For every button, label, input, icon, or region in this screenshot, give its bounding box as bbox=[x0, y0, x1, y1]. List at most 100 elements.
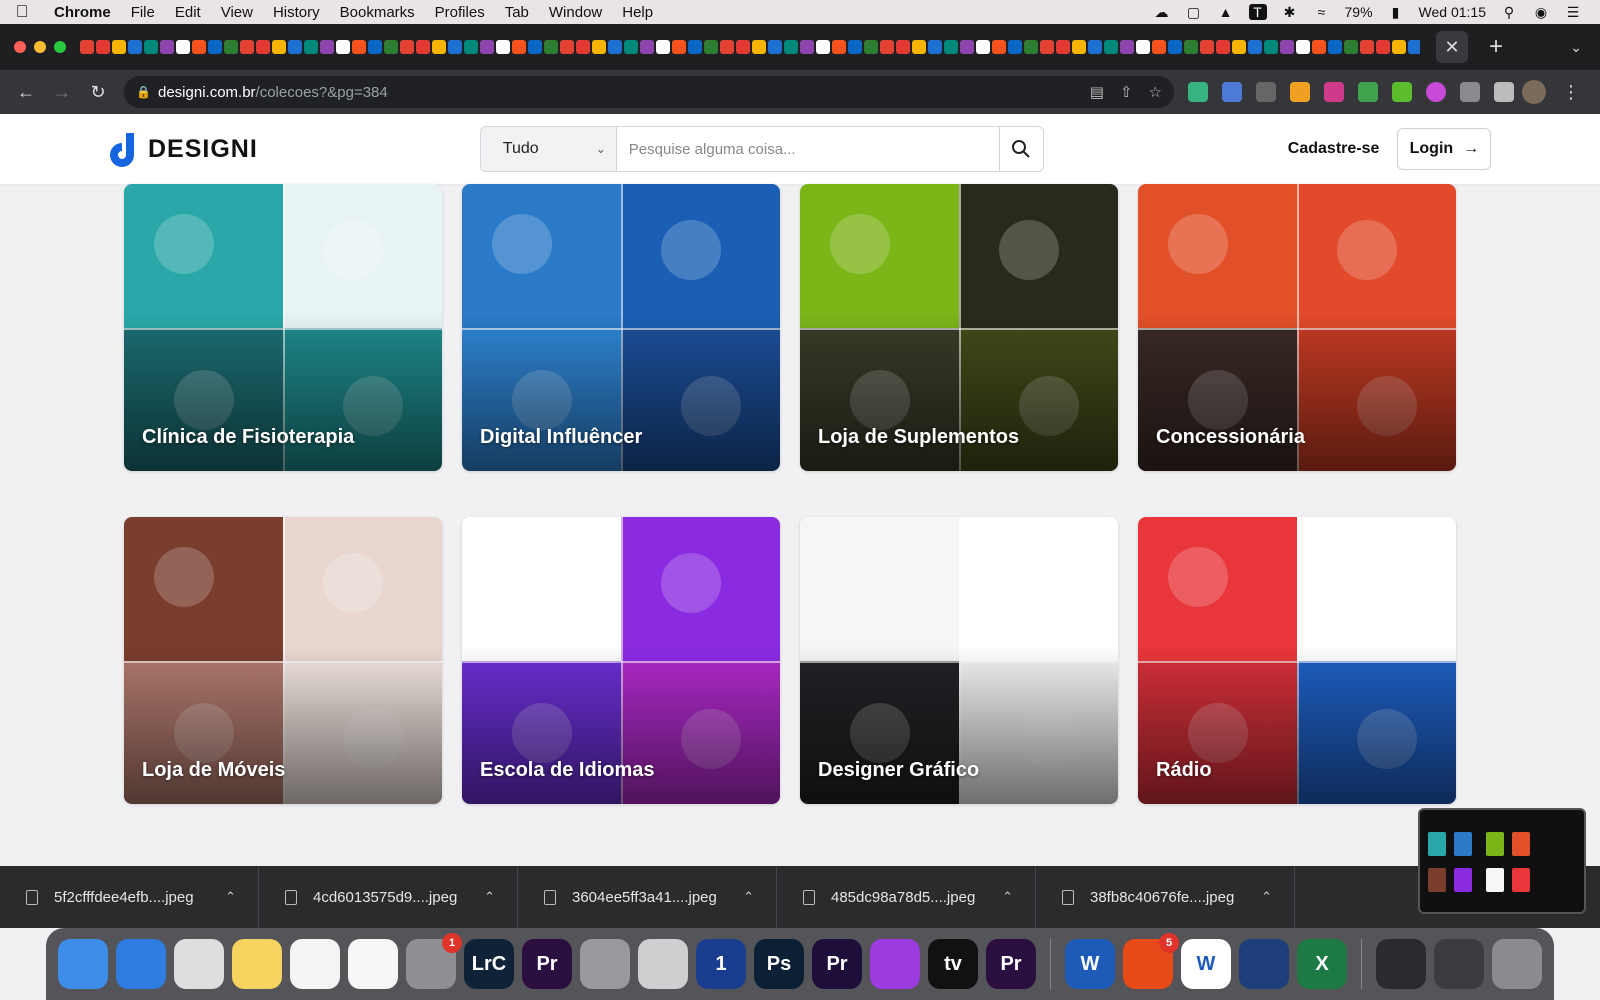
download-item[interactable]: 3604ee5ff3a41....jpeg ⌃ bbox=[518, 866, 777, 928]
profile-avatar[interactable] bbox=[1522, 80, 1546, 104]
pinned-tab-favicon[interactable] bbox=[704, 40, 718, 54]
pinned-tab-favicon[interactable] bbox=[448, 40, 462, 54]
chrome-icon[interactable] bbox=[174, 939, 224, 989]
pinned-tab-favicon[interactable] bbox=[1248, 40, 1262, 54]
collection-title[interactable]: Clínica de Fisioterapia bbox=[142, 426, 354, 449]
menu-help[interactable]: Help bbox=[612, 4, 663, 21]
pinned-tab-favicon[interactable] bbox=[960, 40, 974, 54]
pinned-tab-favicon[interactable] bbox=[352, 40, 366, 54]
collection-card[interactable]: Designer Gráfico bbox=[800, 517, 1118, 804]
pinned-tab-favicon[interactable] bbox=[160, 40, 174, 54]
address-bar[interactable]: 🔒 designi.com.br/colecoes?&pg=384 ▤ ⇧ ☆ bbox=[124, 76, 1174, 108]
preview-icon[interactable] bbox=[638, 939, 688, 989]
excel-icon[interactable]: X bbox=[1297, 939, 1347, 989]
pinned-tab-favicon[interactable] bbox=[736, 40, 750, 54]
pinned-tab-favicon[interactable] bbox=[928, 40, 942, 54]
pinned-tab-favicon[interactable] bbox=[96, 40, 110, 54]
pinned-tab-favicon[interactable] bbox=[400, 40, 414, 54]
pinned-tab-favicon[interactable] bbox=[128, 40, 142, 54]
download-item[interactable]: 485dc98a78d5....jpeg ⌃ bbox=[777, 866, 1036, 928]
signup-link[interactable]: Cadastre-se bbox=[1288, 140, 1380, 158]
pinned-tab-favicon[interactable] bbox=[512, 40, 526, 54]
collection-card[interactable]: Clínica de Fisioterapia bbox=[124, 184, 442, 471]
minimize-window-button[interactable] bbox=[34, 41, 46, 53]
pinned-tab-favicon[interactable] bbox=[288, 40, 302, 54]
close-tab-icon[interactable]: ✕ bbox=[1436, 31, 1468, 63]
pinned-tab-favicon[interactable] bbox=[1232, 40, 1246, 54]
pinned-tab-favicon[interactable] bbox=[1344, 40, 1358, 54]
pinned-tab-favicon[interactable] bbox=[816, 40, 830, 54]
control-center-icon[interactable]: ☰ bbox=[1564, 4, 1582, 21]
pinned-tab-favicon[interactable] bbox=[768, 40, 782, 54]
podcasts-icon[interactable] bbox=[870, 939, 920, 989]
zoom-window-button[interactable] bbox=[54, 41, 66, 53]
more-menu-icon[interactable]: ⋮ bbox=[1562, 82, 1580, 103]
menu-clock[interactable]: Wed 01:15 bbox=[1419, 4, 1486, 20]
apple-menu-icon[interactable]:  bbox=[0, 2, 44, 22]
pinned-tab-favicon[interactable] bbox=[1104, 40, 1118, 54]
back-arrow-icon[interactable]: ← bbox=[8, 82, 44, 103]
menu-edit[interactable]: Edit bbox=[165, 4, 211, 21]
todo-app-icon[interactable] bbox=[1239, 939, 1289, 989]
notes-icon[interactable] bbox=[232, 939, 282, 989]
pinned-tab-favicon[interactable] bbox=[1312, 40, 1326, 54]
pinned-tab-favicon[interactable] bbox=[336, 40, 350, 54]
menu-history[interactable]: History bbox=[263, 4, 330, 21]
pinned-tab-favicon[interactable] bbox=[1072, 40, 1086, 54]
chevron-up-icon[interactable]: ⌃ bbox=[743, 889, 754, 905]
extension-icon-6[interactable] bbox=[1358, 82, 1378, 102]
pinned-tab-favicon[interactable] bbox=[1376, 40, 1390, 54]
pinned-tab-favicon[interactable] bbox=[1264, 40, 1278, 54]
extension-icon-1[interactable] bbox=[1188, 82, 1208, 102]
pinned-tab-favicon[interactable] bbox=[496, 40, 510, 54]
pinned-tab-favicon[interactable] bbox=[1152, 40, 1166, 54]
apple-tv-icon[interactable]: tv bbox=[928, 939, 978, 989]
siri-icon[interactable]: ◉ bbox=[1532, 4, 1550, 21]
menu-bookmarks[interactable]: Bookmarks bbox=[330, 4, 425, 21]
pinned-tab-favicon[interactable] bbox=[464, 40, 478, 54]
pinned-tab-favicon[interactable] bbox=[912, 40, 926, 54]
pinned-tab-favicon[interactable] bbox=[1136, 40, 1150, 54]
pinned-tab-favicon[interactable] bbox=[1216, 40, 1230, 54]
side-panel-icon[interactable] bbox=[1494, 82, 1514, 102]
photoshop-icon[interactable]: Ps bbox=[754, 939, 804, 989]
pinned-tab-favicon[interactable] bbox=[640, 40, 654, 54]
collection-card[interactable]: Concessionária bbox=[1138, 184, 1456, 471]
collection-card[interactable]: Digital Influêncer bbox=[462, 184, 780, 471]
collection-card[interactable]: Loja de Móveis bbox=[124, 517, 442, 804]
spotlight-search-icon[interactable]: ⚲ bbox=[1500, 4, 1518, 21]
bluetooth-icon[interactable]: ✱ bbox=[1281, 4, 1299, 21]
downloads-stack-icon[interactable] bbox=[1376, 939, 1426, 989]
collection-title[interactable]: Rádio bbox=[1156, 759, 1212, 782]
pinned-tab-favicon[interactable] bbox=[896, 40, 910, 54]
documents-stack-icon[interactable] bbox=[1434, 939, 1484, 989]
pinned-tab-favicon[interactable] bbox=[1056, 40, 1070, 54]
pinned-tab-favicon[interactable] bbox=[416, 40, 430, 54]
search-button[interactable] bbox=[998, 127, 1043, 171]
malwarebytes-icon[interactable]: ▲ bbox=[1217, 4, 1235, 20]
pinned-tab-favicon[interactable] bbox=[112, 40, 126, 54]
menu-window[interactable]: Window bbox=[539, 4, 612, 21]
pinned-tab-favicon[interactable] bbox=[576, 40, 590, 54]
system-preferences-icon[interactable]: 1 bbox=[406, 933, 462, 989]
collection-title[interactable]: Designer Gráfico bbox=[818, 759, 979, 782]
download-item[interactable]: 38fb8c40676fe....jpeg ⌃ bbox=[1036, 866, 1295, 928]
pinned-tab-favicon[interactable] bbox=[1296, 40, 1310, 54]
collection-title[interactable]: Digital Influêncer bbox=[480, 426, 642, 449]
battery-icon[interactable]: ▮ bbox=[1387, 4, 1405, 21]
pinned-tab-favicon[interactable] bbox=[1328, 40, 1342, 54]
pinned-tab-favicon[interactable] bbox=[848, 40, 862, 54]
office-icon[interactable]: 5 bbox=[1123, 933, 1179, 989]
pinned-tab-favicon[interactable] bbox=[688, 40, 702, 54]
pinned-tab-favicon[interactable] bbox=[1168, 40, 1182, 54]
tab-search-icon[interactable]: ⌄ bbox=[1570, 39, 1600, 56]
pinned-tab-favicon[interactable] bbox=[1408, 40, 1420, 54]
pinned-tab-favicon[interactable] bbox=[176, 40, 190, 54]
chevron-up-icon[interactable]: ⌃ bbox=[1002, 889, 1013, 905]
pinned-tab-favicon[interactable] bbox=[432, 40, 446, 54]
pinned-tab-favicon[interactable] bbox=[384, 40, 398, 54]
login-button[interactable]: Login → bbox=[1397, 128, 1492, 170]
pinned-tab-favicon[interactable] bbox=[752, 40, 766, 54]
photos-icon[interactable] bbox=[348, 939, 398, 989]
pinned-tab-favicon[interactable] bbox=[672, 40, 686, 54]
